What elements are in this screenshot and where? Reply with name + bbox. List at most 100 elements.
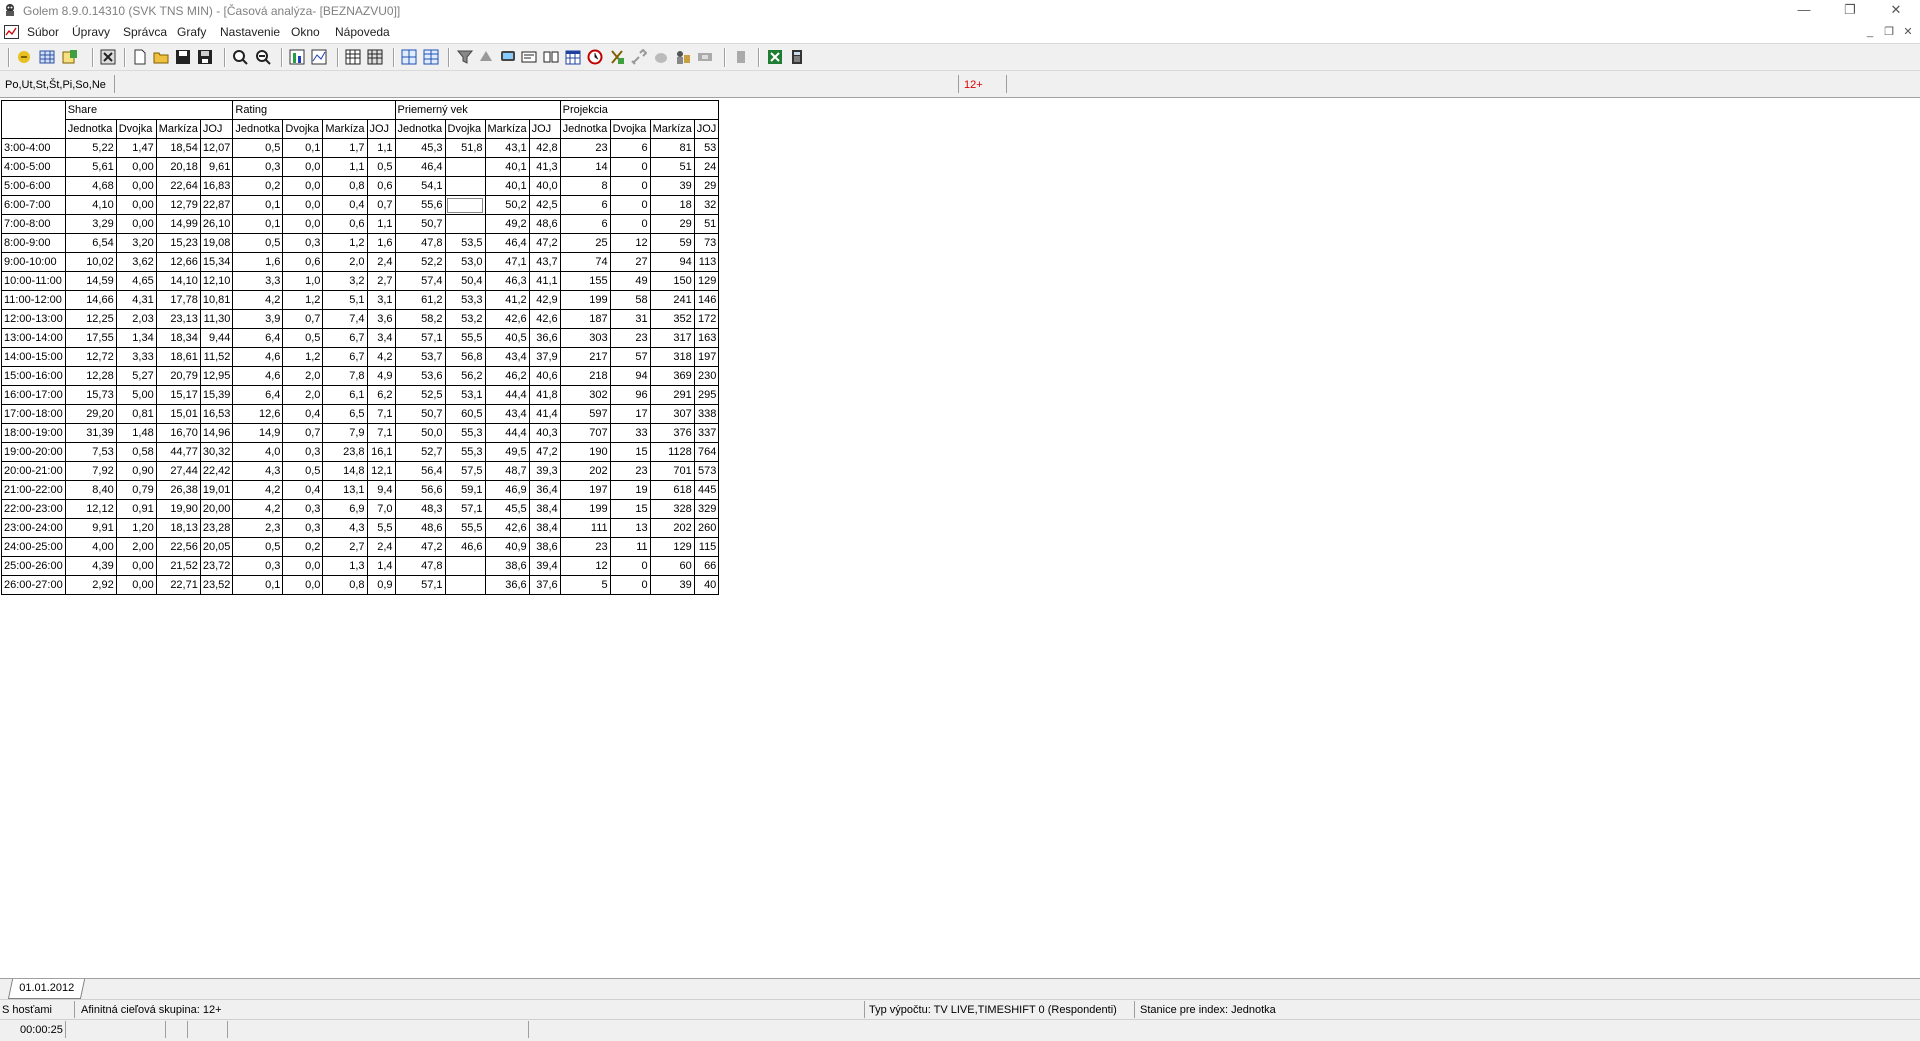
table-cell[interactable]: 21,52 [155, 556, 201, 576]
table-cell[interactable]: 38,6 [484, 556, 530, 576]
table-cell[interactable]: 40,1 [484, 176, 530, 196]
table-cell[interactable]: 41,1 [528, 271, 561, 291]
table-cell[interactable]: 44,4 [484, 423, 530, 443]
table-cell[interactable]: 40,5 [484, 328, 530, 348]
table-cell[interactable]: 3,62 [115, 252, 157, 272]
row-header[interactable]: 12:00-13:00 [1, 309, 66, 329]
table-cell[interactable]: 260 [693, 518, 720, 538]
table-cell[interactable]: 2,4 [366, 252, 396, 272]
table-cell[interactable]: 14,99 [155, 214, 201, 234]
table-cell[interactable]: 55,3 [444, 442, 486, 462]
calendar-icon[interactable] [565, 49, 581, 65]
mdi-minimize-button[interactable]: _ [1862, 25, 1878, 39]
table-cell[interactable]: 0,5 [282, 461, 324, 481]
table-cell[interactable]: 51 [693, 214, 720, 234]
table-cell[interactable]: 57 [609, 347, 651, 367]
table-cell[interactable]: 20,05 [199, 537, 234, 557]
table-cell[interactable]: 94 [649, 252, 695, 272]
table-cell[interactable]: 43,1 [484, 138, 530, 158]
table-cell[interactable]: 0,81 [115, 404, 157, 424]
excel-export-icon[interactable] [767, 49, 783, 65]
table-cell[interactable]: 4,2 [232, 290, 284, 310]
table-cell[interactable]: 0,5 [366, 157, 396, 177]
table-cell[interactable]: 6 [559, 214, 611, 234]
table-cell[interactable]: 0 [609, 556, 651, 576]
table-cell[interactable]: 18 [649, 195, 695, 215]
table-cell[interactable]: 43,7 [528, 252, 561, 272]
table-cell[interactable]: 445 [693, 480, 720, 500]
row-header[interactable]: 16:00-17:00 [1, 385, 66, 405]
table-cell[interactable]: 172 [693, 309, 720, 329]
table-cell[interactable]: 11,30 [199, 309, 234, 329]
table-cell[interactable]: 47,2 [528, 233, 561, 253]
save-as-icon[interactable] [197, 49, 213, 65]
table-cell[interactable]: 50,7 [394, 404, 446, 424]
table-cell[interactable]: 14 [559, 157, 611, 177]
table-cell[interactable]: 1,47 [115, 138, 157, 158]
table-cell[interactable]: 39 [649, 575, 695, 595]
table-cell[interactable]: 40 [693, 575, 720, 595]
users-icon[interactable] [675, 49, 691, 65]
table-cell[interactable]: 0,58 [115, 442, 157, 462]
table-cell[interactable]: 129 [649, 537, 695, 557]
row-header[interactable]: 23:00-24:00 [1, 518, 66, 538]
table-cell[interactable]: 22,42 [199, 461, 234, 481]
table-cell[interactable]: 2,0 [282, 385, 324, 405]
table-cell[interactable]: 3,29 [64, 214, 117, 234]
table-cell[interactable]: 12,66 [155, 252, 201, 272]
table-cell[interactable]: 12,95 [199, 366, 234, 386]
table-cell[interactable]: 39 [649, 176, 695, 196]
table-cell[interactable]: 22,87 [199, 195, 234, 215]
table-cell[interactable]: 42,5 [528, 195, 561, 215]
table-cell[interactable]: 15,01 [155, 404, 201, 424]
table-cell[interactable]: 0,6 [282, 252, 324, 272]
row-header[interactable]: 11:00-12:00 [1, 290, 66, 310]
table-cell[interactable]: 40,1 [484, 157, 530, 177]
table-view-icon[interactable] [345, 49, 361, 65]
table-cell[interactable]: 0 [609, 157, 651, 177]
table-cell[interactable]: 52,5 [394, 385, 446, 405]
table-cell[interactable]: 55,6 [394, 195, 446, 215]
table-cell[interactable]: 7,1 [366, 423, 396, 443]
table-cell[interactable]: 54,1 [394, 176, 446, 196]
table-cell[interactable]: 12,1 [366, 461, 396, 481]
grid-settings-icon[interactable] [39, 49, 55, 65]
table-cell[interactable]: 46,3 [484, 271, 530, 291]
table-cell[interactable]: 217 [559, 347, 611, 367]
row-header[interactable]: 17:00-18:00 [1, 404, 66, 424]
col-header-projekcia-jednotka[interactable]: Jednotka [559, 119, 611, 139]
table-cell[interactable]: 45,5 [484, 499, 530, 519]
table-cell[interactable]: 4,65 [115, 271, 157, 291]
table-cell[interactable]: 303 [559, 328, 611, 348]
table-cell[interactable]: 129 [693, 271, 720, 291]
table-cell[interactable]: 19,08 [199, 233, 234, 253]
table-cell[interactable]: 0,00 [115, 157, 157, 177]
table-cell[interactable]: 2,03 [115, 309, 157, 329]
table-cell[interactable]: 46,9 [484, 480, 530, 500]
table-cell[interactable]: 23 [609, 461, 651, 481]
table-cell[interactable]: 7,9 [322, 423, 368, 443]
table-cell[interactable]: 42,6 [484, 518, 530, 538]
table-cell[interactable]: 15,34 [199, 252, 234, 272]
table-cell[interactable]: 15,39 [199, 385, 234, 405]
table-cell[interactable]: 41,3 [528, 157, 561, 177]
table-cell[interactable]: 3,2 [322, 271, 368, 291]
row-header[interactable]: 8:00-9:00 [1, 233, 66, 253]
zoom-out-icon[interactable] [255, 49, 271, 65]
table-cell[interactable]: 0,3 [282, 442, 324, 462]
table-cell[interactable]: 0,00 [115, 556, 157, 576]
table-cell[interactable]: 56,4 [394, 461, 446, 481]
table-cell[interactable] [444, 176, 486, 196]
table-cell[interactable]: 39,4 [528, 556, 561, 576]
table-cell[interactable]: 43,4 [484, 347, 530, 367]
column-chart-icon[interactable] [289, 49, 305, 65]
table-cell[interactable]: 1,1 [366, 214, 396, 234]
table-cell[interactable]: 31 [609, 309, 651, 329]
table-cell[interactable]: 20,18 [155, 157, 201, 177]
table-cell[interactable]: 18,13 [155, 518, 201, 538]
table-cell[interactable]: 16,83 [199, 176, 234, 196]
table-cell[interactable]: 15,17 [155, 385, 201, 405]
table-cell[interactable]: 1,6 [232, 252, 284, 272]
table-cell[interactable]: 59,1 [444, 480, 486, 500]
table-cell[interactable]: 155 [559, 271, 611, 291]
